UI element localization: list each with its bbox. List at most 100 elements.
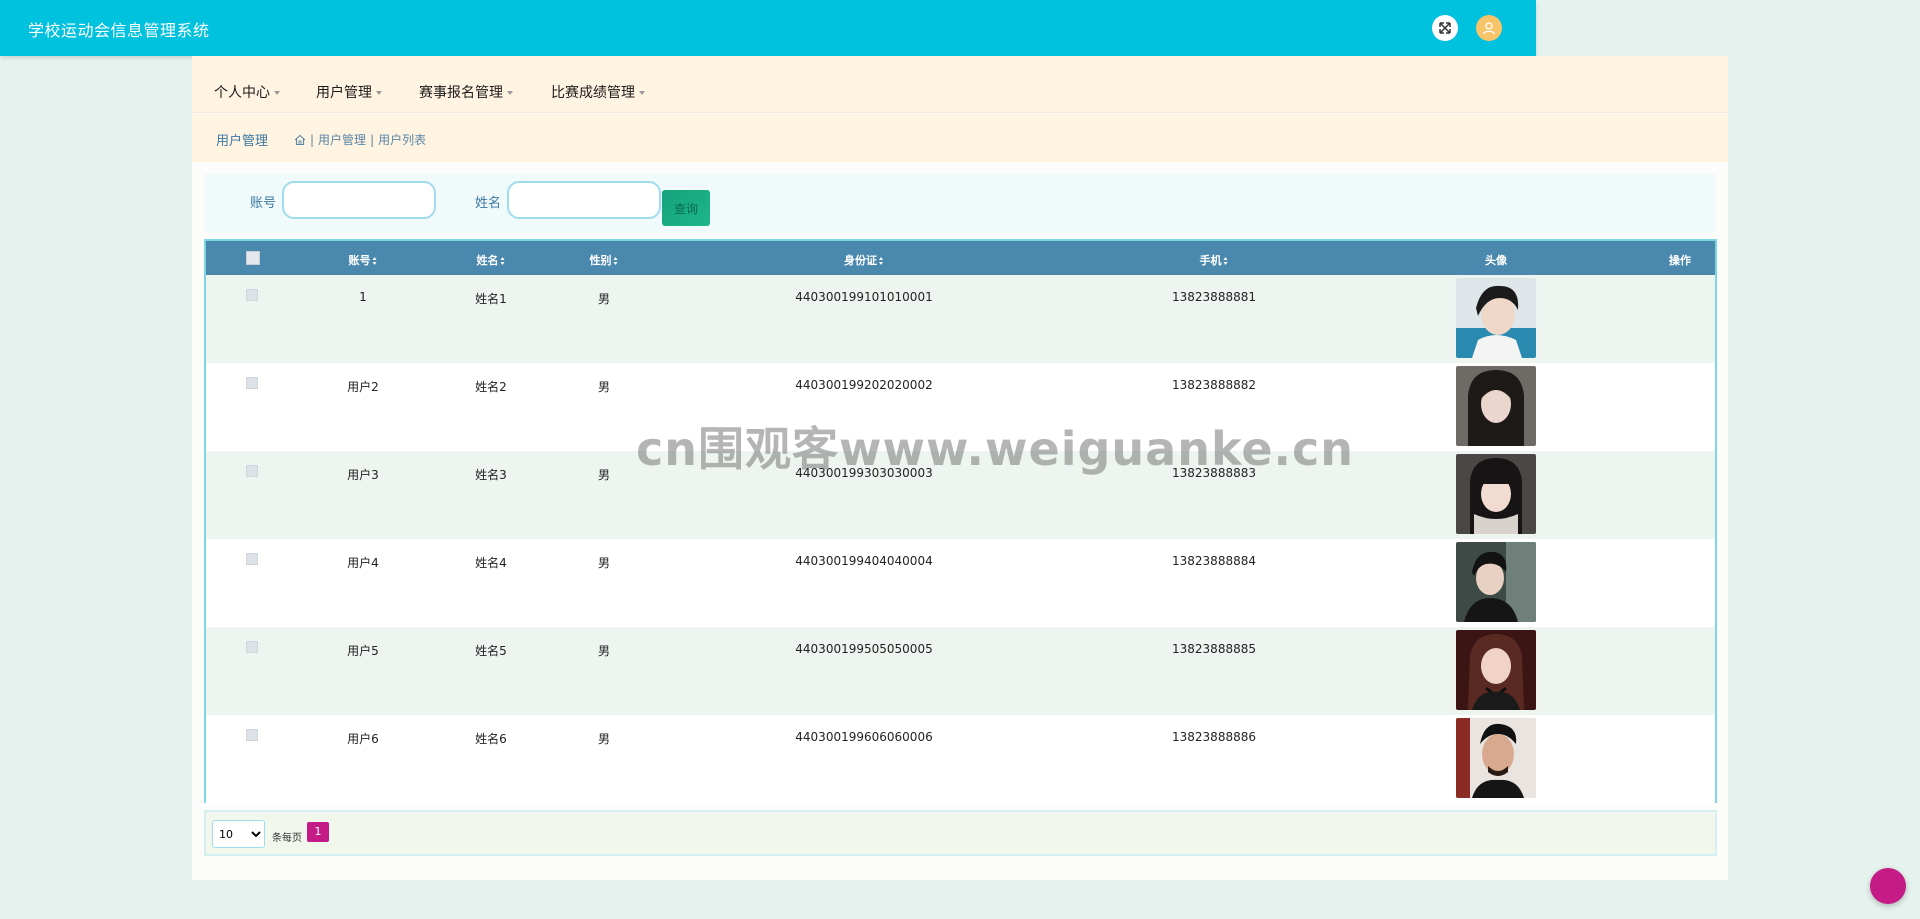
cell-id-card: 440300199505050005 bbox=[795, 642, 933, 656]
row-checkbox[interactable] bbox=[246, 553, 258, 565]
table-row: 用户5 姓名5 男 440300199505050005 13823888885 bbox=[206, 627, 1715, 715]
breadcrumb-item[interactable]: 用户管理 bbox=[318, 131, 366, 148]
cell-name: 姓名6 bbox=[475, 732, 507, 746]
cell-id-card: 440300199202020002 bbox=[795, 378, 933, 392]
per-page-label: 条每页 bbox=[272, 833, 302, 844]
row-checkbox[interactable] bbox=[246, 289, 258, 301]
caret-down-icon bbox=[639, 91, 645, 95]
breadcrumb: | 用户管理 | 用户列表 bbox=[294, 131, 426, 148]
home-icon[interactable] bbox=[294, 134, 306, 146]
cell-phone: 13823888884 bbox=[1172, 554, 1256, 568]
cell-gender: 男 bbox=[597, 644, 611, 658]
cell-name: 姓名3 bbox=[475, 468, 507, 482]
cell-gender: 男 bbox=[597, 732, 611, 746]
column-header-avatar: 头像 bbox=[1485, 254, 1507, 267]
column-header-account[interactable]: 账号 bbox=[349, 252, 378, 268]
name-label: 姓名 bbox=[475, 196, 502, 211]
user-icon bbox=[1482, 22, 1496, 35]
user-avatar-button[interactable] bbox=[1476, 15, 1502, 41]
fullscreen-button[interactable] bbox=[1432, 15, 1458, 41]
account-label: 账号 bbox=[250, 196, 277, 211]
name-search-input[interactable] bbox=[507, 181, 661, 219]
page-size-select[interactable]: 10 bbox=[212, 820, 265, 848]
page-title: 用户管理 bbox=[216, 134, 269, 149]
row-checkbox[interactable] bbox=[246, 377, 258, 389]
cell-account: 用户6 bbox=[347, 732, 379, 746]
cell-phone: 13823888882 bbox=[1172, 378, 1256, 392]
search-form: 账号 姓名 查询 bbox=[204, 174, 1716, 232]
sort-icon bbox=[613, 256, 619, 266]
table-header: 账号 姓名 性别 身份证 手机 头像 操作 bbox=[206, 241, 1715, 275]
user-avatar-photo bbox=[1456, 278, 1536, 358]
pagination: 10 条每页 1 bbox=[204, 810, 1717, 856]
table-row: 用户4 姓名4 男 440300199404040004 13823888884 bbox=[206, 539, 1715, 627]
cell-account: 用户3 bbox=[347, 468, 379, 482]
breadcrumb-item: 用户列表 bbox=[378, 133, 427, 147]
cell-phone: 13823888881 bbox=[1172, 290, 1256, 304]
column-header-phone[interactable]: 手机 bbox=[1200, 252, 1229, 268]
cell-account: 1 bbox=[359, 290, 367, 304]
column-header-label: 姓名 bbox=[476, 254, 499, 267]
breadcrumb-bar: 用户管理 | 用户管理 | 用户列表 bbox=[192, 114, 1728, 162]
cell-id-card: 440300199101010001 bbox=[795, 290, 933, 304]
main-nav: 个人中心 用户管理 赛事报名管理 比赛成绩管理 bbox=[192, 56, 1728, 113]
table-row: 1 姓名1 男 440300199101010001 13823888881 bbox=[206, 275, 1715, 363]
cell-account: 用户4 bbox=[347, 556, 379, 570]
column-header-actions: 操作 bbox=[1669, 254, 1691, 267]
nav-item-label: 个人中心 bbox=[214, 85, 270, 101]
expand-arrows-icon bbox=[1439, 22, 1451, 34]
cell-account: 用户2 bbox=[347, 380, 379, 394]
select-all-checkbox[interactable] bbox=[246, 251, 260, 265]
sort-icon bbox=[500, 256, 506, 266]
cell-gender: 男 bbox=[597, 468, 611, 482]
floating-action-button[interactable] bbox=[1870, 868, 1906, 904]
cell-id-card: 440300199404040004 bbox=[795, 554, 933, 568]
nav-item-score-management[interactable]: 比赛成绩管理 bbox=[551, 82, 645, 102]
search-button[interactable]: 查询 bbox=[662, 190, 710, 226]
breadcrumb-separator: | bbox=[310, 132, 315, 147]
cell-name: 姓名1 bbox=[475, 292, 507, 306]
nav-item-event-registration[interactable]: 赛事报名管理 bbox=[419, 82, 513, 102]
user-avatar-photo bbox=[1456, 366, 1536, 446]
column-header-name[interactable]: 姓名 bbox=[477, 252, 506, 268]
nav-item-label: 用户管理 bbox=[316, 85, 372, 101]
row-checkbox[interactable] bbox=[246, 641, 258, 653]
cell-id-card: 440300199606060006 bbox=[795, 730, 933, 744]
user-avatar-photo bbox=[1456, 630, 1536, 710]
cell-gender: 男 bbox=[597, 380, 611, 394]
sort-icon bbox=[1223, 256, 1229, 266]
user-avatar-photo bbox=[1456, 454, 1536, 534]
page-number-button[interactable]: 1 bbox=[307, 822, 329, 842]
sort-icon bbox=[879, 256, 884, 266]
account-search-input[interactable] bbox=[282, 181, 436, 219]
nav-item-label: 比赛成绩管理 bbox=[551, 85, 635, 101]
cell-gender: 男 bbox=[597, 292, 611, 306]
app-title: 学校运动会信息管理系统 bbox=[28, 21, 210, 40]
row-checkbox[interactable] bbox=[246, 729, 258, 741]
top-header-bar: 学校运动会信息管理系统 bbox=[0, 0, 1536, 56]
column-header-id-card[interactable]: 身份证 bbox=[844, 252, 884, 268]
user-avatar-photo bbox=[1456, 542, 1536, 622]
column-header-label: 性别 bbox=[589, 254, 612, 267]
breadcrumb-separator: | bbox=[370, 132, 375, 147]
cell-account: 用户5 bbox=[347, 644, 379, 658]
caret-down-icon bbox=[376, 91, 382, 95]
nav-item-user-management[interactable]: 用户管理 bbox=[316, 82, 382, 102]
column-header-label: 身份证 bbox=[844, 254, 877, 267]
row-checkbox[interactable] bbox=[246, 465, 258, 477]
nav-item-personal-center[interactable]: 个人中心 bbox=[214, 82, 280, 102]
cell-name: 姓名4 bbox=[475, 556, 507, 570]
cell-gender: 男 bbox=[597, 556, 611, 570]
user-avatar-photo bbox=[1456, 718, 1536, 798]
user-table: 账号 姓名 性别 身份证 手机 头像 操作 1 姓名1 男 4403001991… bbox=[204, 239, 1717, 803]
column-header-gender[interactable]: 性别 bbox=[590, 252, 619, 268]
cell-name: 姓名5 bbox=[475, 644, 507, 658]
watermark: cn围观客www.weiguanke.cn bbox=[636, 422, 1355, 476]
cell-name: 姓名2 bbox=[475, 380, 507, 394]
nav-item-label: 赛事报名管理 bbox=[419, 85, 503, 101]
caret-down-icon bbox=[507, 91, 513, 95]
cell-phone: 13823888886 bbox=[1172, 730, 1256, 744]
cell-phone: 13823888885 bbox=[1172, 642, 1256, 656]
caret-down-icon bbox=[274, 91, 280, 95]
sort-icon bbox=[372, 256, 378, 266]
